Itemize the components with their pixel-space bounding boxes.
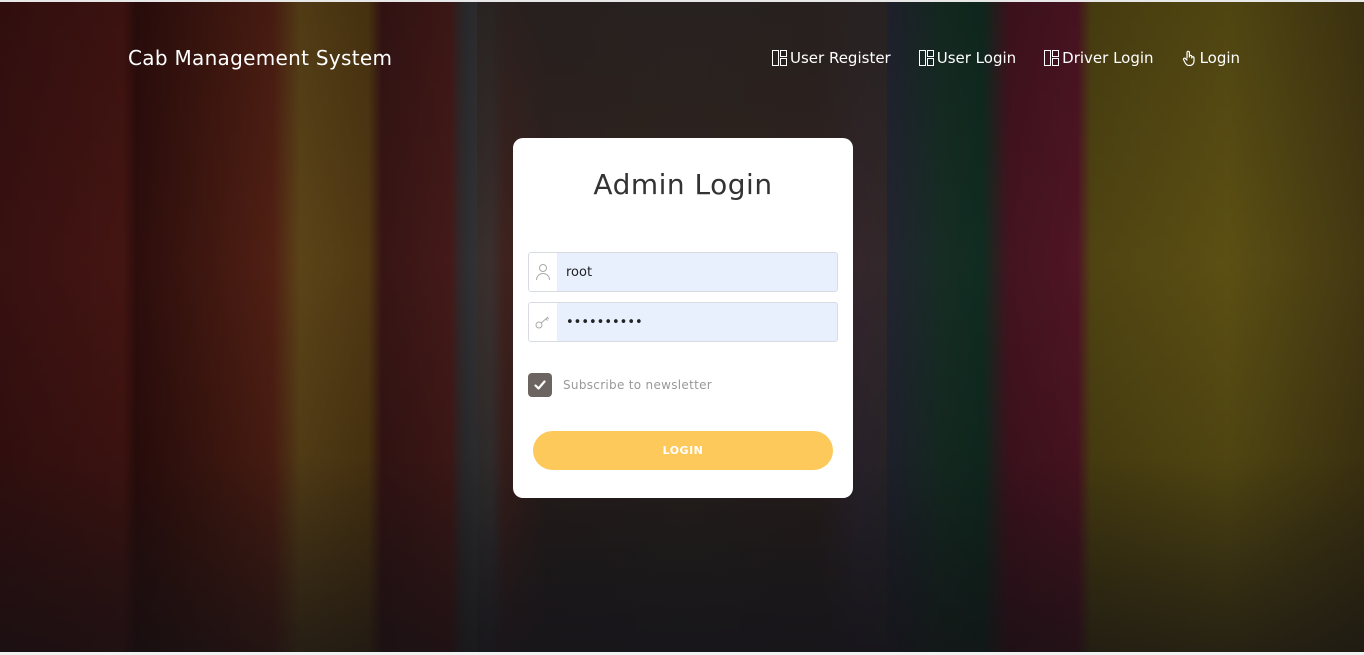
nav-label: Driver Login — [1062, 49, 1154, 67]
login-title: Admin Login — [593, 168, 773, 201]
login-button[interactable]: LOGIN — [533, 431, 833, 470]
username-field — [528, 252, 838, 292]
newsletter-checkbox[interactable] — [528, 373, 552, 397]
checkmark-icon — [534, 380, 546, 390]
top-nav: User Register User Login Driver Login Lo… — [772, 49, 1268, 67]
grid-icon — [772, 50, 787, 66]
nav-label: Login — [1199, 49, 1241, 67]
nav-label: User Login — [936, 49, 1017, 67]
newsletter-label: Subscribe to newsletter — [563, 378, 713, 392]
key-icon — [529, 303, 557, 341]
password-input[interactable] — [557, 303, 837, 341]
nav-user-login[interactable]: User Login — [918, 49, 1017, 67]
nav-driver-login[interactable]: Driver Login — [1044, 49, 1154, 67]
newsletter-row: Subscribe to newsletter — [528, 373, 712, 397]
grid-icon — [918, 50, 934, 66]
nav-user-register[interactable]: User Register — [772, 49, 891, 67]
user-icon — [529, 253, 557, 291]
username-input[interactable] — [557, 253, 837, 291]
admin-login-card: Admin Login Subscribe to newsletter LOGI… — [513, 138, 853, 498]
grid-icon — [1044, 50, 1060, 66]
site-brand[interactable]: Cab Management System — [128, 46, 392, 70]
nav-label: User Register — [790, 49, 891, 67]
password-field — [528, 302, 838, 342]
hand-pointer-icon — [1182, 50, 1197, 67]
nav-login[interactable]: Login — [1182, 49, 1240, 67]
